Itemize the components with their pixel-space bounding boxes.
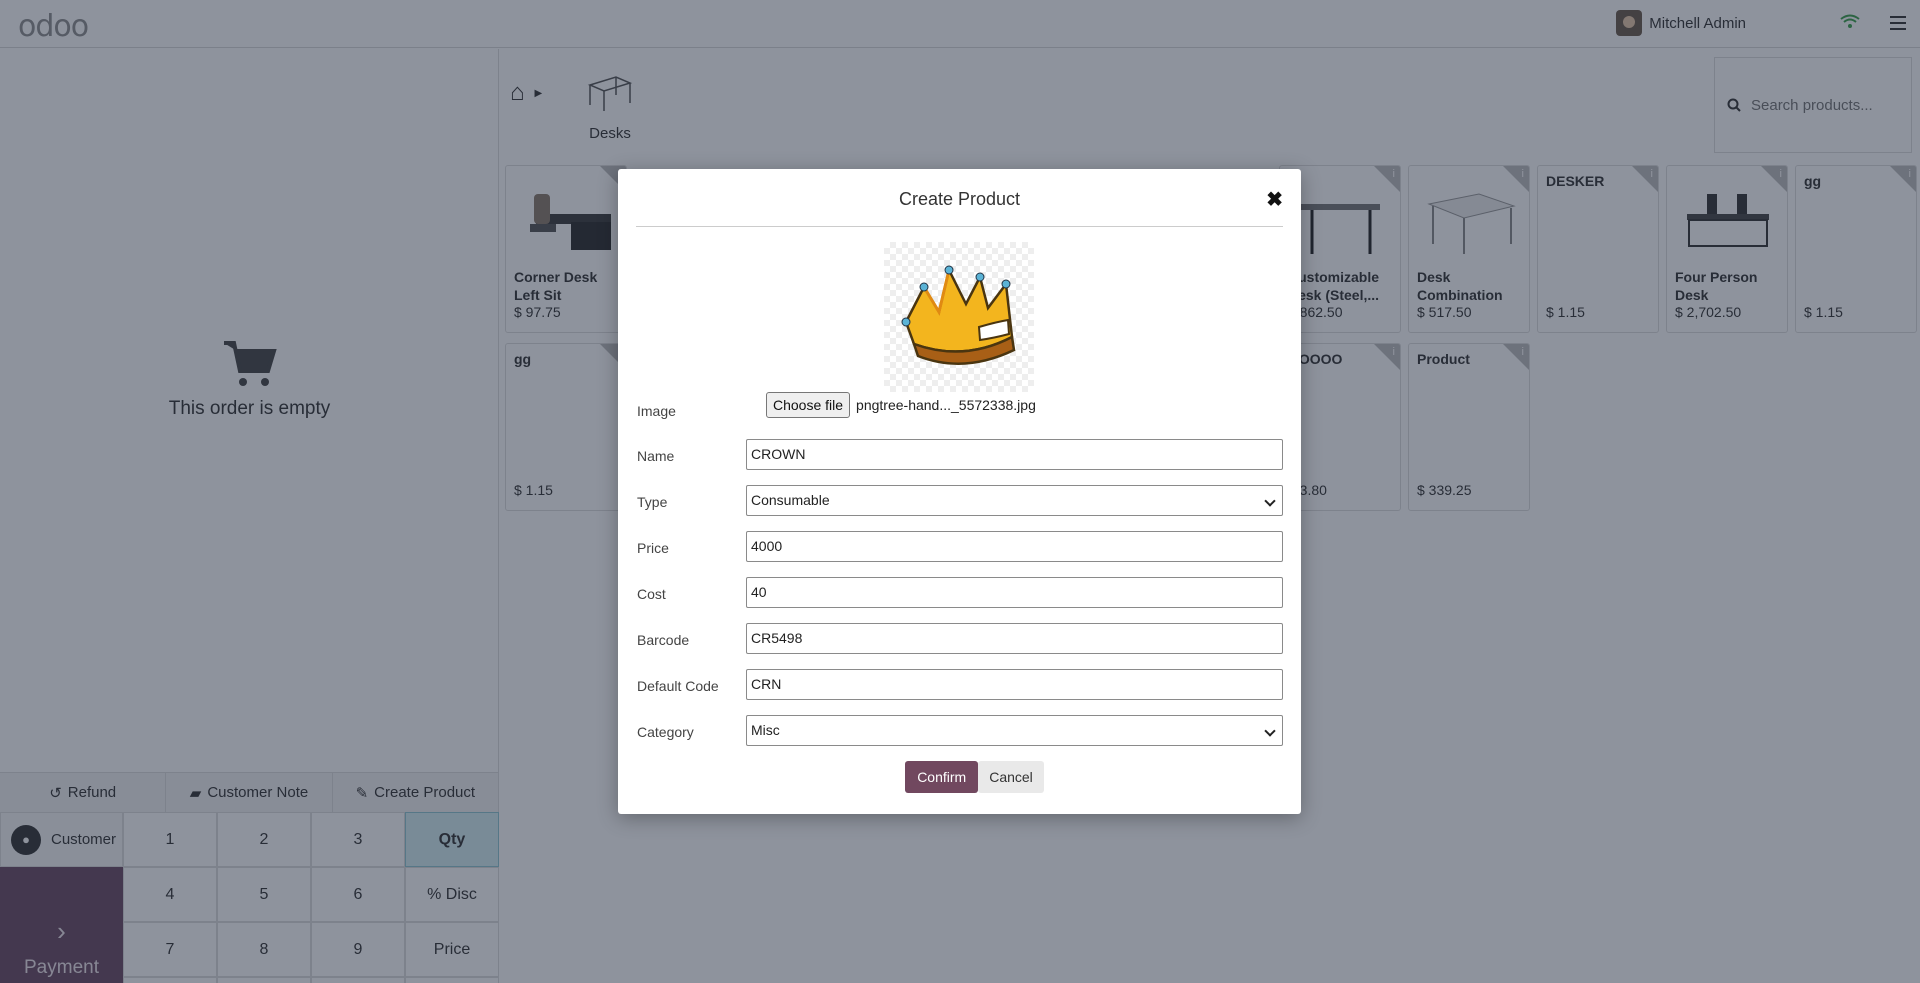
default-code-row: Default Code CRN [637, 669, 1284, 701]
dialog-title: Create Product [636, 169, 1283, 227]
barcode-field[interactable]: CR5498 [746, 623, 1283, 654]
default-code-field[interactable]: CRN [746, 669, 1283, 700]
name-row: Name CROWN [637, 439, 1284, 471]
category-row: Category Misc [637, 715, 1284, 747]
crown-image [901, 265, 1016, 365]
type-select[interactable]: Consumable [746, 485, 1283, 516]
cost-row: Cost 40 [637, 577, 1284, 609]
price-row: Price 4000 [637, 531, 1284, 563]
file-picker: Choose file pngtree-hand..._5572338.jpg [766, 392, 1036, 418]
type-row: Type Consumable [637, 485, 1284, 517]
name-field[interactable]: CROWN [746, 439, 1283, 470]
choose-file-button[interactable]: Choose file [766, 392, 851, 418]
price-field[interactable]: 4000 [746, 531, 1283, 562]
barcode-row: Barcode CR5498 [637, 623, 1284, 655]
category-select[interactable]: Misc [746, 715, 1283, 746]
cost-field[interactable]: 40 [746, 577, 1283, 608]
product-image-preview [884, 242, 1034, 392]
dialog-footer: Confirm Cancel [618, 761, 1301, 793]
file-name: pngtree-hand..._5572338.jpg [856, 397, 1036, 413]
create-product-dialog: Create Product ✖ Image Choose file pngtr… [618, 169, 1301, 814]
close-icon[interactable]: ✖ [1266, 187, 1283, 212]
image-label: Image [637, 403, 676, 419]
confirm-button[interactable]: Confirm [905, 761, 979, 793]
cancel-button[interactable]: Cancel [978, 761, 1044, 793]
